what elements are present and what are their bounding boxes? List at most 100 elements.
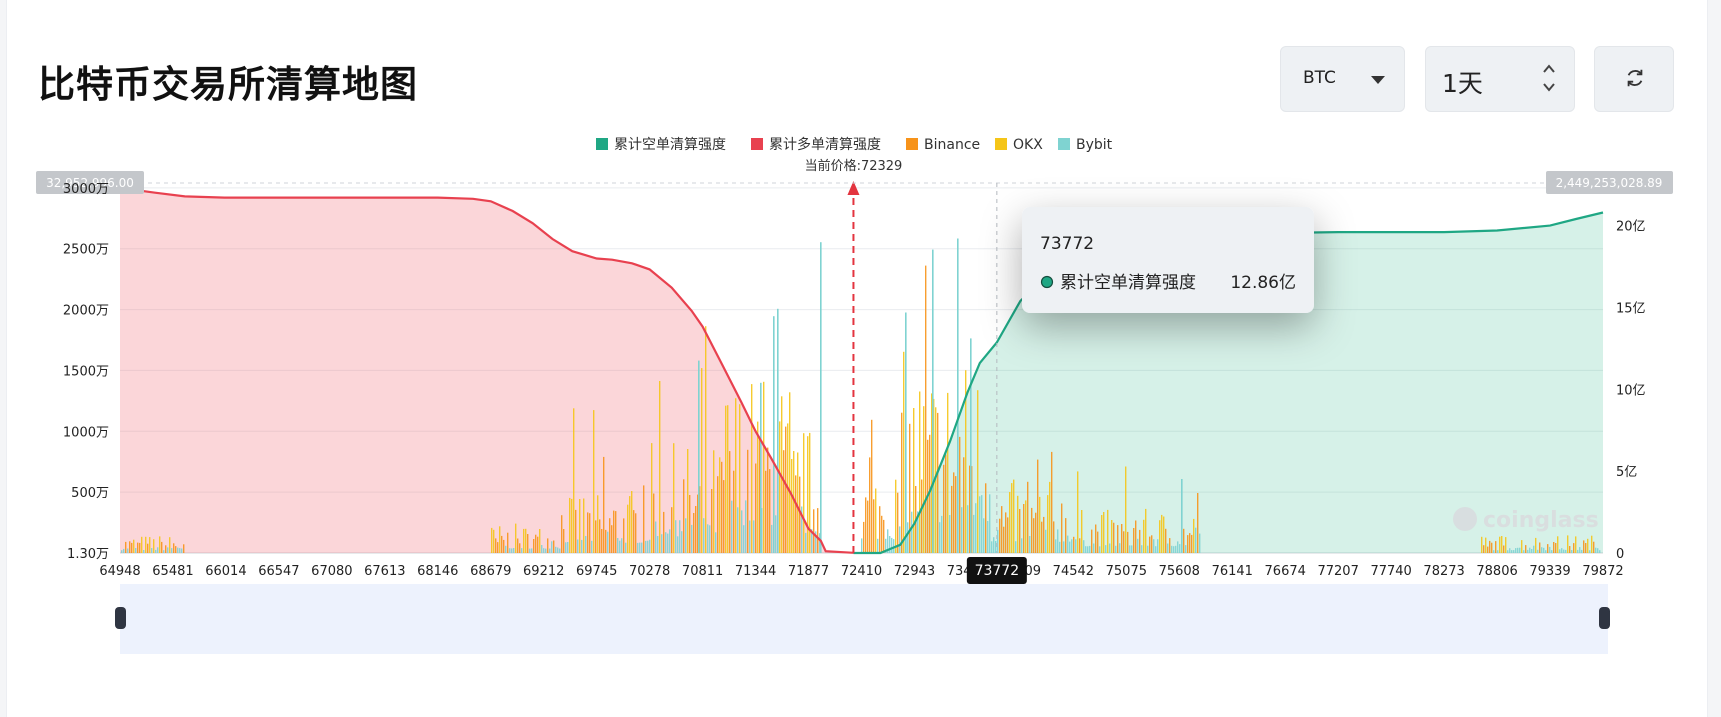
exchange-bar — [627, 504, 629, 553]
exchange-bar — [583, 498, 585, 553]
exchange-bar — [1127, 531, 1129, 553]
exchange-bar — [569, 497, 571, 553]
exchange-bar — [985, 483, 987, 553]
exchange-bar — [803, 433, 805, 553]
exchange-bar — [937, 412, 939, 553]
exchange-bar — [169, 537, 171, 553]
exchange-bar — [1039, 496, 1041, 553]
legend-swatch — [1058, 138, 1070, 150]
zoom-handle-right — [1599, 607, 1610, 629]
exchange-bar — [741, 510, 743, 553]
exchange-bar — [1515, 548, 1517, 553]
exchange-bar — [1583, 540, 1585, 553]
exchange-bar — [1581, 549, 1583, 553]
exchange-bar — [557, 547, 559, 553]
x-axis-tick: 67613 — [364, 564, 405, 579]
exchange-bar — [173, 543, 175, 553]
exchange-bar — [863, 521, 865, 553]
exchange-bar — [685, 518, 687, 553]
exchange-bar — [661, 534, 663, 553]
exchange-bar — [891, 537, 893, 553]
exchange-bar — [1561, 548, 1563, 553]
exchange-bar — [1095, 524, 1097, 553]
exchange-bar — [529, 548, 531, 553]
exchange-bar — [1543, 547, 1545, 553]
exchange-bar — [1133, 528, 1135, 553]
exchange-bar — [865, 497, 867, 553]
x-axis-tick: 71344 — [735, 564, 776, 579]
exchange-bar — [633, 510, 635, 553]
exchange-bar — [869, 457, 871, 553]
exchange-bar — [1091, 529, 1093, 553]
legend-label: Bybit — [1076, 137, 1113, 153]
exchange-bar — [993, 537, 995, 553]
tooltip-series-name: 累计空单清算强度 — [1060, 273, 1196, 293]
exchange-bar — [1505, 537, 1507, 553]
exchange-bar — [577, 539, 579, 553]
exchange-bar — [655, 521, 657, 553]
exchange-bar — [1017, 495, 1019, 553]
exchange-bar — [1163, 516, 1165, 553]
exchange-bar — [1015, 541, 1017, 553]
exchange-bar — [1049, 481, 1051, 553]
exchange-bar — [899, 526, 901, 553]
exchange-bar — [571, 498, 573, 553]
exchange-bar — [135, 548, 137, 553]
exchange-bar — [1025, 500, 1027, 553]
exchange-bar — [561, 515, 563, 553]
left-axis-tick: 2000万 — [63, 304, 109, 319]
exchange-bar — [611, 525, 613, 553]
exchange-bar — [603, 456, 605, 553]
exchange-bar — [527, 534, 529, 553]
exchange-bar — [671, 507, 673, 553]
exchange-bar — [1003, 526, 1005, 553]
exchange-bar — [1019, 509, 1021, 553]
exchange-bar — [1567, 535, 1569, 553]
exchange-bar — [665, 532, 667, 553]
right-axis-tick: 10亿 — [1616, 383, 1646, 398]
x-axis-tick: 76141 — [1212, 564, 1253, 579]
tooltip-value: 12.86亿 — [1230, 273, 1296, 293]
exchange-bar — [129, 541, 131, 553]
exchange-bar — [1565, 549, 1567, 553]
exchange-bar — [605, 529, 607, 553]
x-axis-tick: 64948 — [99, 564, 140, 579]
exchange-bar — [1071, 539, 1073, 553]
exchange-bar — [805, 532, 807, 553]
exchange-bar — [1069, 541, 1071, 553]
exchange-bar — [1569, 546, 1571, 553]
exchange-bar — [513, 548, 515, 553]
exchange-bar — [1513, 550, 1515, 553]
exchange-bar — [789, 392, 791, 553]
exchange-bar — [905, 312, 907, 553]
x-axis-tick: 70811 — [682, 564, 723, 579]
x-axis-tick: 77207 — [1317, 564, 1358, 579]
exchange-bar — [667, 533, 669, 553]
exchange-bar — [1109, 543, 1111, 553]
legend-label: OKX — [1013, 137, 1043, 153]
exchange-bar — [155, 549, 157, 553]
exchange-bar — [541, 545, 543, 553]
exchange-bar — [947, 392, 949, 553]
exchange-bar — [629, 496, 631, 553]
exchange-bar — [729, 451, 731, 553]
legend-label: 累计多单清算强度 — [769, 136, 881, 153]
exchange-bar — [631, 491, 633, 553]
exchange-bar — [698, 360, 700, 553]
exchange-bar — [1103, 512, 1105, 553]
exchange-bar — [751, 384, 753, 553]
tooltip: 73772 累计空单清算强度 12.86亿 — [1022, 207, 1314, 313]
exchange-bar — [585, 536, 587, 553]
exchange-bar — [995, 541, 997, 553]
exchange-bar — [701, 368, 703, 553]
exchange-bar — [1175, 545, 1177, 553]
exchange-bar — [713, 450, 715, 553]
exchange-bar — [553, 540, 555, 553]
exchange-bar — [181, 548, 183, 553]
exchange-bar — [1577, 549, 1579, 553]
exchange-bar — [145, 536, 147, 553]
exchange-bar — [689, 495, 691, 553]
exchange-bar — [1139, 529, 1141, 553]
exchange-bar — [491, 527, 493, 553]
exchange-bar — [1545, 550, 1547, 553]
